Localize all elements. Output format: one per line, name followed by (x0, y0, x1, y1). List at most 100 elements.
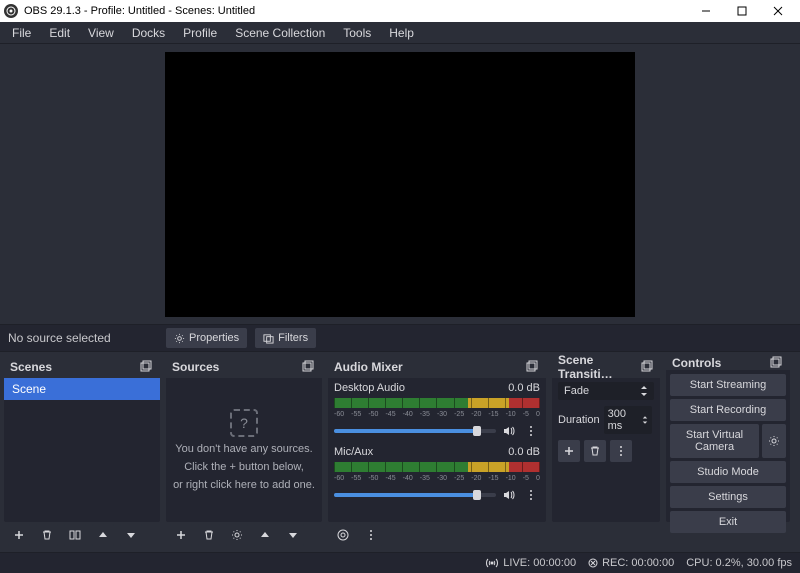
updown-icon (642, 415, 648, 425)
properties-button[interactable]: Properties (166, 328, 247, 348)
menu-profile[interactable]: Profile (175, 24, 225, 42)
menu-help[interactable]: Help (381, 24, 422, 42)
minimize-button[interactable] (688, 0, 724, 22)
remove-scene-button[interactable] (36, 524, 58, 546)
sources-empty[interactable]: ? You don't have any sources. Click the … (166, 378, 322, 522)
record-icon (588, 558, 598, 568)
scene-up-button[interactable] (92, 524, 114, 546)
controls-panel: Controls Start Streaming Start Recording… (666, 356, 790, 522)
status-cpu-text: CPU: 0.2%, 30.00 fps (686, 557, 792, 569)
filters-button[interactable]: Filters (255, 328, 316, 348)
sources-panel: Sources ? You don't have any sources. Cl… (166, 356, 322, 522)
source-toolbar: No source selected Properties Filters (0, 324, 800, 352)
start-streaming-button[interactable]: Start Streaming (670, 374, 786, 396)
preview-canvas[interactable] (165, 52, 635, 317)
popout-icon[interactable] (140, 360, 154, 374)
status-live: LIVE: 00:00:00 (503, 557, 576, 569)
volume-slider[interactable] (334, 493, 496, 497)
preview-area (0, 44, 800, 324)
duration-input[interactable]: 300 ms (604, 406, 652, 434)
kebab-icon[interactable] (522, 422, 540, 440)
sources-empty-3: or right click here to add one. (173, 479, 315, 491)
speaker-icon[interactable] (500, 486, 518, 504)
exit-button[interactable]: Exit (670, 511, 786, 533)
mixer-options-button[interactable] (360, 524, 382, 546)
popout-icon[interactable] (302, 360, 316, 374)
mixer-ch-name: Mic/Aux (334, 446, 373, 458)
sources-empty-2: Click the + button below, (184, 461, 304, 473)
menu-file[interactable]: File (4, 24, 39, 42)
transitions-header: Scene Transiti… (552, 356, 660, 378)
window-title: OBS 29.1.3 - Profile: Untitled - Scenes:… (24, 5, 688, 17)
mixer-ch-level: 0.0 dB (508, 446, 540, 458)
status-broadcast: LIVE: 00:00:00 (485, 557, 576, 569)
filters-icon (263, 333, 274, 344)
menu-edit[interactable]: Edit (41, 24, 78, 42)
transitions-panel: Scene Transiti… Fade Duration 300 ms (552, 356, 660, 522)
transitions-title: Scene Transiti… (558, 353, 641, 381)
title-bar: OBS 29.1.3 - Profile: Untitled - Scenes:… (0, 0, 800, 22)
mixer-advanced-button[interactable] (332, 524, 354, 546)
maximize-button[interactable] (724, 0, 760, 22)
sources-header: Sources (166, 356, 322, 378)
menu-docks[interactable]: Docks (124, 24, 173, 42)
app-logo-icon (4, 4, 18, 18)
status-cpu: CPU: 0.2%, 30.00 fps (686, 557, 792, 569)
scenes-button-bar (4, 522, 146, 548)
add-source-button[interactable] (170, 524, 192, 546)
studio-mode-button[interactable]: Studio Mode (670, 461, 786, 483)
remove-transition-button[interactable] (584, 440, 606, 462)
meter-ticks: -60-55-50-45-40-35-30-25-20-15-10-50 (334, 475, 540, 482)
kebab-icon[interactable] (522, 486, 540, 504)
add-transition-button[interactable] (558, 440, 580, 462)
filters-label: Filters (278, 332, 308, 344)
controls-header: Controls (666, 356, 790, 370)
properties-label: Properties (189, 332, 239, 344)
duration-value: 300 ms (608, 408, 642, 432)
status-record: REC: 00:00:00 (588, 557, 674, 569)
speaker-icon[interactable] (500, 422, 518, 440)
source-status-label: No source selected (8, 331, 158, 345)
controls-title: Controls (672, 356, 721, 370)
scene-filters-button[interactable] (64, 524, 86, 546)
remove-source-button[interactable] (198, 524, 220, 546)
menu-tools[interactable]: Tools (335, 24, 379, 42)
menu-bar: File Edit View Docks Profile Scene Colle… (0, 22, 800, 44)
scenes-title: Scenes (10, 360, 52, 374)
audio-meter (334, 462, 540, 472)
broadcast-icon (485, 557, 499, 569)
add-scene-button[interactable] (8, 524, 30, 546)
meter-ticks: -60-55-50-45-40-35-30-25-20-15-10-50 (334, 411, 540, 418)
transition-selected: Fade (564, 385, 589, 397)
source-up-button[interactable] (254, 524, 276, 546)
question-icon: ? (230, 409, 258, 437)
popout-icon[interactable] (526, 360, 540, 374)
popout-icon[interactable] (641, 360, 654, 374)
source-properties-button[interactable] (226, 524, 248, 546)
sources-empty-1: You don't have any sources. (175, 443, 312, 455)
scene-item[interactable]: Scene (4, 378, 160, 400)
audio-meter (334, 398, 540, 408)
start-virtual-camera-button[interactable]: Start Virtual Camera (670, 424, 759, 458)
start-recording-button[interactable]: Start Recording (670, 399, 786, 421)
mixer-ch-name: Desktop Audio (334, 382, 405, 394)
mixer-button-bar (328, 522, 386, 548)
sources-title: Sources (172, 360, 219, 374)
scenes-header: Scenes (4, 356, 160, 378)
updown-icon (640, 386, 648, 396)
scene-down-button[interactable] (120, 524, 142, 546)
settings-button[interactable]: Settings (670, 486, 786, 508)
transition-options-button[interactable] (610, 440, 632, 462)
status-rec: REC: 00:00:00 (602, 557, 674, 569)
mixer-header: Audio Mixer (328, 356, 546, 378)
close-button[interactable] (760, 0, 796, 22)
volume-slider[interactable] (334, 429, 496, 433)
menu-scene-collection[interactable]: Scene Collection (227, 24, 333, 42)
popout-icon[interactable] (770, 356, 784, 370)
vcam-settings-button[interactable] (762, 424, 786, 458)
gear-icon (174, 333, 185, 344)
menu-view[interactable]: View (80, 24, 122, 42)
audio-mixer-panel: Audio Mixer Desktop Audio 0.0 dB -60-55-5… (328, 356, 546, 522)
transition-select[interactable]: Fade (558, 382, 654, 400)
source-down-button[interactable] (282, 524, 304, 546)
